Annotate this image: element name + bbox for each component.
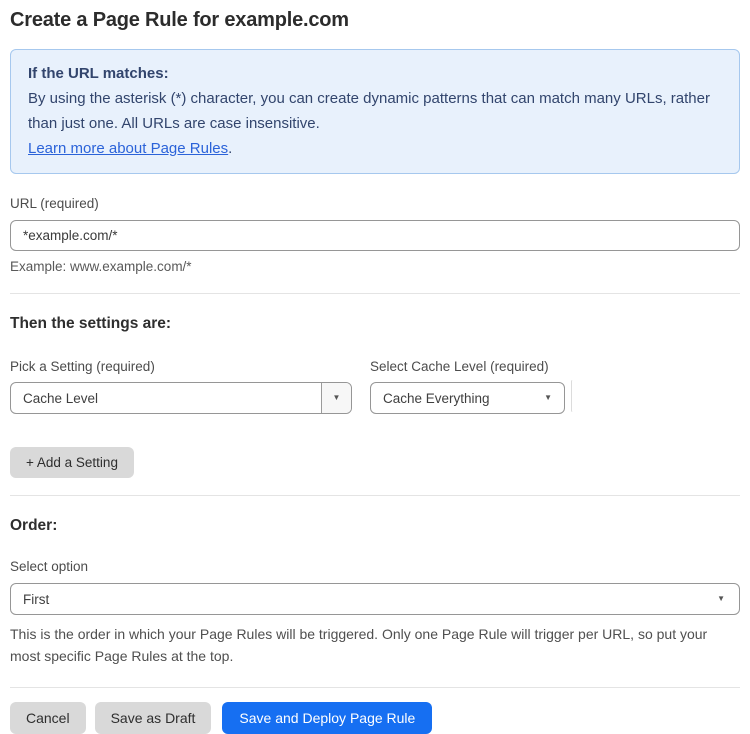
order-select[interactable]: First ▼ [10,583,740,615]
info-box-heading: If the URL matches: [28,65,169,82]
link-period: . [228,140,233,157]
pick-setting-caret-button[interactable]: ▼ [321,383,351,413]
cache-level-label: Select Cache Level (required) [370,359,549,374]
form-actions: Cancel Save as Draft Save and Deploy Pag… [10,702,740,734]
create-page-rule-form: Create a Page Rule for example.com If th… [0,0,750,734]
url-field-label: URL (required) [10,196,99,211]
order-select-value: First [23,591,50,607]
order-heading: Order: [10,517,58,534]
info-box-link-line: Learn more about Page Rules. [28,136,722,161]
cache-level-column: Select Cache Level (required) Cache Ever… [370,359,565,414]
url-input[interactable] [10,220,740,251]
chevron-down-icon: ▼ [544,393,552,402]
cache-level-select[interactable]: Cache Everything ▼ [370,382,565,414]
settings-heading: Then the settings are: [10,315,172,332]
pick-setting-select[interactable]: Cache Level ▼ [10,382,352,414]
divider-after-url [10,293,740,294]
url-match-info-box: If the URL matches: By using the asteris… [10,49,740,174]
save-and-deploy-button[interactable]: Save and Deploy Page Rule [222,702,433,734]
chevron-down-icon: ▼ [717,594,725,603]
chevron-down-icon: ▼ [332,393,341,402]
cancel-button[interactable]: Cancel [10,702,86,734]
add-setting-button[interactable]: + Add a Setting [10,447,134,478]
learn-more-link[interactable]: Learn more about Page Rules [28,140,228,157]
info-box-body: By using the asterisk (*) character, you… [28,90,710,132]
pick-setting-label: Pick a Setting (required) [10,359,155,374]
url-example-helper: Example: www.example.com/* [10,259,192,274]
divider-before-actions [10,687,740,688]
order-helper-text: This is the order in which your Page Rul… [10,626,708,664]
settings-row-divider [571,380,574,412]
order-select-label: Select option [10,559,89,574]
pick-setting-value: Cache Level [23,390,99,406]
cache-level-value: Cache Everything [383,390,490,406]
divider-after-settings [10,495,740,496]
settings-row: Pick a Setting (required) Cache Level ▼ … [10,359,740,414]
save-as-draft-button[interactable]: Save as Draft [94,702,212,734]
page-title: Create a Page Rule for example.com [10,9,349,31]
pick-setting-column: Pick a Setting (required) Cache Level ▼ [10,359,352,414]
